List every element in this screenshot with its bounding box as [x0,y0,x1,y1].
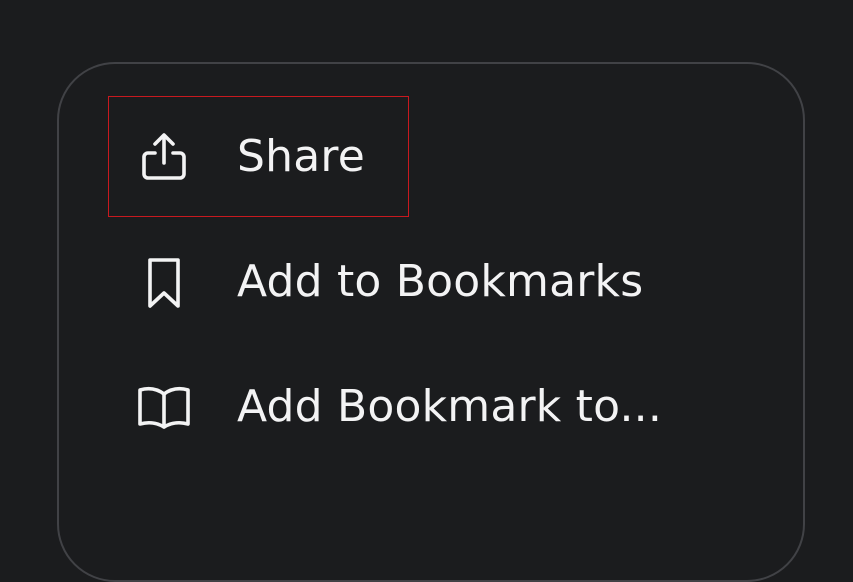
menu-item-label: Share [237,131,365,182]
share-icon [142,133,186,180]
menu-item-label: Add Bookmark to... [237,381,663,432]
menu-item-share[interactable]: Share [59,107,739,207]
menu-item-add-to-bookmarks[interactable]: Add to Bookmarks [59,232,739,332]
bookmark-icon [148,258,180,308]
menu-item-label: Add to Bookmarks [237,256,644,307]
book-icon [138,387,190,429]
context-menu: Share Add to Bookmarks Add Bookmark to..… [57,62,805,582]
menu-item-add-bookmark-to[interactable]: Add Bookmark to... [59,357,739,457]
